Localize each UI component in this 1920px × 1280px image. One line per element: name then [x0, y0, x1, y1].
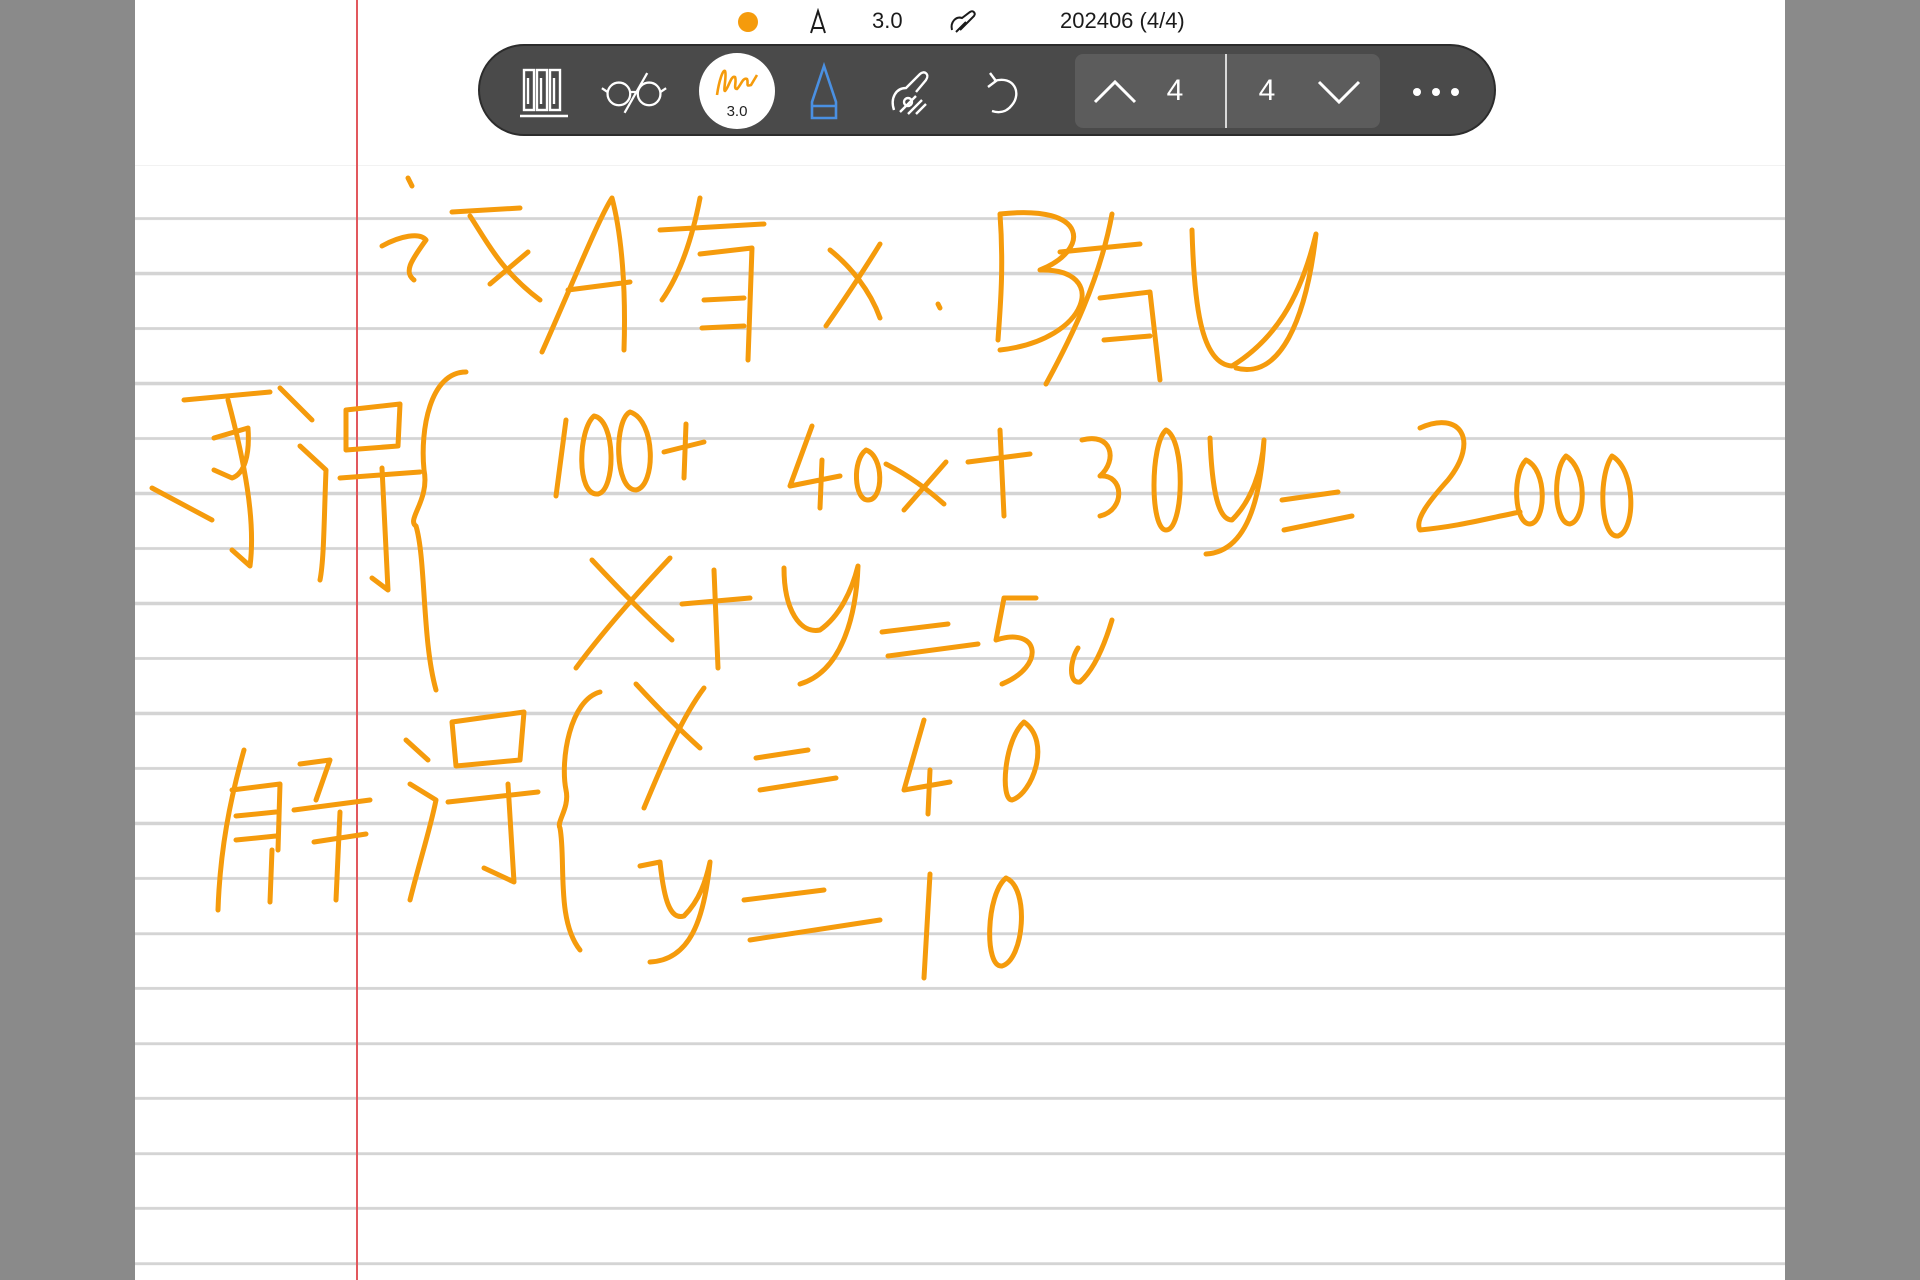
handwritten-line-5: [637, 859, 1024, 981]
handwritten-line-1: [379, 175, 1319, 387]
handwritten-line-4: [215, 681, 1041, 953]
handwritten-line-3: [573, 555, 1115, 687]
handwriting-layer[interactable]: [0, 0, 1920, 1280]
handwritten-line-2: [149, 369, 1634, 693]
